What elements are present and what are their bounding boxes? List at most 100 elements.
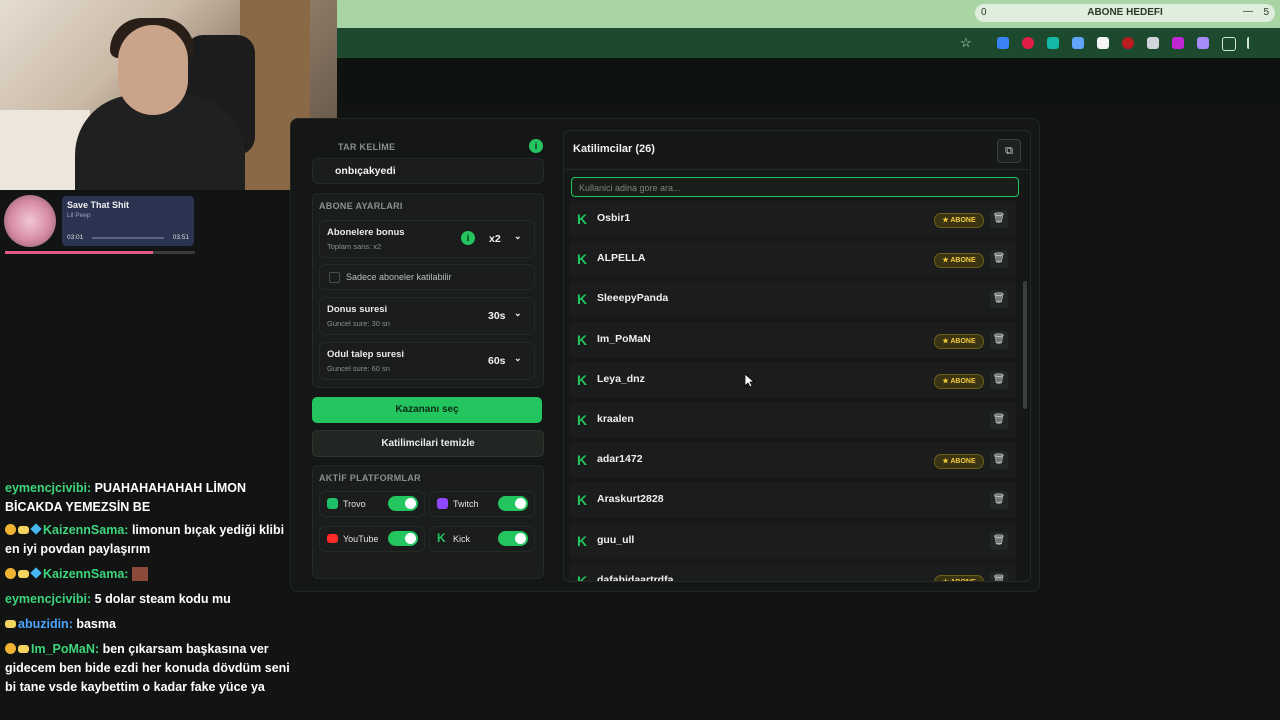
participant-name: dafahidaartrdfa [597,573,674,582]
participant-name: Araskurt2828 [597,493,664,506]
twitch-icon [437,498,448,509]
trash-icon[interactable]: 🗑 [990,250,1008,269]
participant-row: Kdafahidaartrdfa ★ ABONE 🗑 [569,562,1016,582]
bonus-time-select[interactable]: 30s [488,310,506,322]
chat-username: Im_PoMaN: [31,642,100,656]
platforms-section-title: AKTİF PLATFORMLAR [319,473,421,483]
youtube-toggle[interactable] [388,531,418,546]
participants-title: Katilimcilar (26) [573,143,655,155]
extension-icon[interactable] [1072,37,1084,49]
platform-twitch: Twitch [429,491,535,517]
subscriber-badge: ★ ABONE [934,454,984,470]
kick-icon: K [577,211,588,227]
trash-icon[interactable]: 🗑 [990,210,1008,228]
badge-icon [5,568,16,579]
participants-panel: Katilimcilar (26) ⧉ Kullanici adina gore… [563,130,1031,582]
badge-icon [5,524,16,535]
chat-username: eymencjcivibi: [5,592,92,606]
subscriber-badge: ★ ABONE [934,574,984,581]
trash-icon[interactable]: 🗑 [990,451,1008,470]
bonus-select[interactable]: x2 [489,233,501,245]
trash-icon[interactable]: 🗑 [990,411,1008,429]
extension-icon[interactable] [1147,37,1159,49]
participant-name: SleeepyPanda [597,292,669,305]
trash-icon[interactable]: 🗑 [990,370,1008,389]
keyword-field[interactable]: onbıçakyedi [312,158,544,184]
sub-badge-icon [18,526,29,534]
participant-name: Im_PoMaN [597,332,651,345]
song-progress-track [92,237,164,239]
chat-message: KaizennSama: limonun bıçak yediği klibi … [5,521,295,559]
only-subs-checkbox[interactable] [329,272,340,283]
extension-icon[interactable] [1122,37,1134,49]
sub-badge-icon [18,645,29,653]
trash-icon[interactable]: 🗑 [990,571,1008,581]
chat-username: KaizennSama: [43,567,129,581]
song-artist: Lil Peep [67,212,91,219]
song-title: Save That Shit [67,200,130,210]
subscriber-badge: ★ ABONE [934,213,984,228]
claim-time-label: Odul talep suresi [327,349,405,360]
trash-icon[interactable]: 🗑 [990,290,1008,309]
chat-username: eymencjcivibi: [5,481,92,495]
participant-name: adar1472 [597,453,643,466]
song-elapsed: 03:01 [67,234,84,241]
scrollbar[interactable] [1023,281,1027,409]
trash-icon[interactable]: 🗑 [990,330,1008,349]
webcam-feed [0,0,337,190]
chevron-down-icon: ⌄ [514,308,522,318]
bookmark-star-icon[interactable]: ☆ [960,35,972,51]
only-subs-row[interactable]: Sadece aboneler katilabilir [319,264,535,290]
extension-icon[interactable] [1097,37,1109,49]
emote-icon [131,567,148,581]
subscriber-badge: ★ ABONE [934,333,984,349]
goal-title: ABONE HEDEFI [1087,7,1163,18]
trovo-toggle[interactable] [388,496,418,511]
extension-icon[interactable] [1197,37,1209,49]
participant-row: K Araskurt2828 🗑 [569,482,1016,519]
song-total: 03:51 [172,234,189,241]
kick-icon: K [577,532,588,549]
platform-label: Trovo [343,499,366,509]
platform-kick: K Kick [429,526,535,552]
chat-overlay: eymencjcivibi: PUAHAHAHAHAH LİMON BİCAKD… [0,455,300,720]
extension-icon[interactable] [1047,37,1059,49]
kick-icon: K [577,572,588,582]
puzzle-icon[interactable] [1222,37,1236,51]
youtube-icon [327,534,338,543]
extension-icon[interactable] [1172,37,1184,49]
twitch-toggle[interactable] [498,496,528,511]
kick-toggle[interactable] [498,531,528,546]
participant-row: K Leya_dnz ★ ABONE 🗑 [569,361,1016,398]
claim-time-sub: Guncel sure: 60 sn [327,364,390,373]
participant-row: K ALPELLA ★ ABONE 🗑 [569,241,1016,278]
chat-username: KaizennSama: [43,523,129,537]
platform-label: YouTube [343,534,379,544]
trash-icon[interactable]: 🗑 [990,491,1008,510]
info-icon[interactable]: i [461,231,475,245]
extension-icon[interactable] [997,37,1009,49]
chat-message: eymencjcivibi: PUAHAHAHAHAH LİMON BİCAKD… [5,479,295,517]
kick-icon: K [577,251,588,268]
mouse-cursor-icon [745,374,755,388]
subscriber-goal-bar: 0 ABONE HEDEFI — 5 [975,4,1275,22]
copy-icon[interactable]: ⧉ [997,139,1021,163]
platform-youtube: YouTube [319,526,425,552]
goal-target: 5 [1263,7,1269,18]
participant-name: Leya_dnz [597,372,645,385]
claim-time-select[interactable]: 60s [488,355,506,367]
browser-toolbar [337,28,1280,58]
pick-winner-button[interactable]: Kazananı seç [312,397,542,423]
kick-icon: K [577,492,588,509]
participant-row: K SleeepyPanda 🗑 [569,281,1016,318]
chevron-down-icon: ⌄ [514,231,522,241]
chat-message: abuzidin: basma [5,615,295,634]
clear-participants-button[interactable]: Katilimcilari temizle [312,430,544,457]
info-icon[interactable]: i [529,139,543,153]
trash-icon[interactable]: 🗑 [990,531,1008,550]
chat-message: KaizennSama: [5,565,295,584]
keyword-section-title: TAR KELİME [338,142,396,152]
menu-icon[interactable] [1247,37,1251,49]
participant-search-input[interactable]: Kullanici adina gore ara... [571,177,1019,197]
extension-icon[interactable] [1022,37,1034,49]
